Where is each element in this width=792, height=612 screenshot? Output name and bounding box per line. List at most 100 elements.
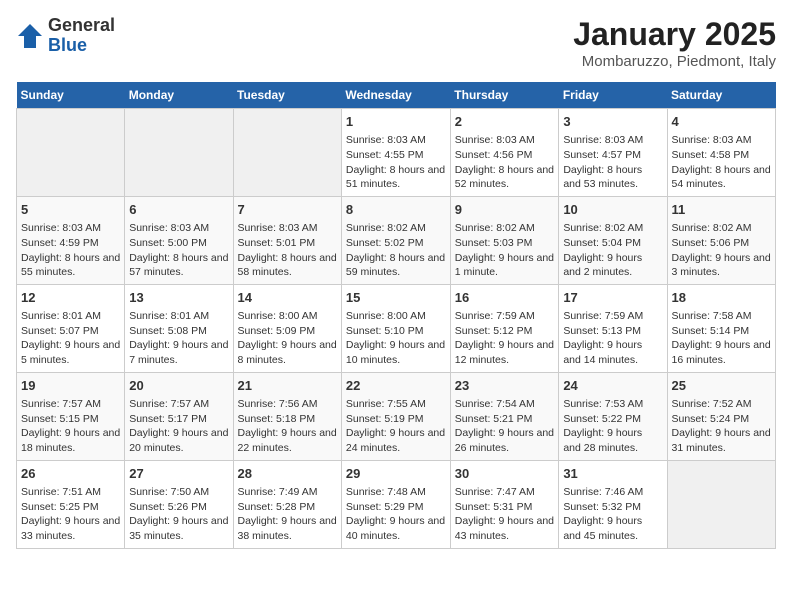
day-info: Sunrise: 7:57 AM Sunset: 5:15 PM Dayligh… xyxy=(21,397,120,456)
header-row: SundayMondayTuesdayWednesdayThursdayFrid… xyxy=(17,82,776,109)
day-number: 20 xyxy=(129,377,228,395)
day-number: 23 xyxy=(455,377,555,395)
day-number: 5 xyxy=(21,201,120,219)
calendar-cell: 6 Sunrise: 8:03 AM Sunset: 5:00 PM Daylig… xyxy=(125,196,233,284)
header-thursday: Thursday xyxy=(450,82,559,109)
calendar-cell: 2 Sunrise: 8:03 AM Sunset: 4:56 PM Daylig… xyxy=(450,109,559,197)
calendar-cell: 1 Sunrise: 8:03 AM Sunset: 4:55 PM Daylig… xyxy=(341,109,450,197)
day-number: 29 xyxy=(346,465,446,483)
day-info: Sunrise: 8:01 AM Sunset: 5:08 PM Dayligh… xyxy=(129,309,228,368)
day-number: 22 xyxy=(346,377,446,395)
calendar-cell: 20 Sunrise: 7:57 AM Sunset: 5:17 PM Dayli… xyxy=(125,372,233,460)
calendar-cell xyxy=(125,109,233,197)
day-info: Sunrise: 7:56 AM Sunset: 5:18 PM Dayligh… xyxy=(238,397,337,456)
day-info: Sunrise: 7:59 AM Sunset: 5:12 PM Dayligh… xyxy=(455,309,555,368)
day-number: 4 xyxy=(672,113,772,131)
day-info: Sunrise: 7:52 AM Sunset: 5:24 PM Dayligh… xyxy=(672,397,772,456)
calendar-cell: 5 Sunrise: 8:03 AM Sunset: 4:59 PM Daylig… xyxy=(17,196,125,284)
day-info: Sunrise: 7:54 AM Sunset: 5:21 PM Dayligh… xyxy=(455,397,555,456)
calendar-cell: 30Sunrise: 7:47 AM Sunset: 5:31 PM Dayli… xyxy=(450,460,559,548)
day-number: 26 xyxy=(21,465,120,483)
week-row-5: 26 Sunrise: 7:51 AM Sunset: 5:25 PM Dayli… xyxy=(17,460,776,548)
logo-icon xyxy=(16,22,44,50)
day-info: Sunrise: 8:02 AM Sunset: 5:03 PM Dayligh… xyxy=(455,221,555,280)
day-info: Sunrise: 8:03 AM Sunset: 5:00 PM Dayligh… xyxy=(129,221,228,280)
header-saturday: Saturday xyxy=(667,82,776,109)
day-info: Sunrise: 7:59 AM Sunset: 5:13 PM Dayligh… xyxy=(563,309,662,368)
day-info: Sunrise: 7:50 AM Sunset: 5:26 PM Dayligh… xyxy=(129,485,228,544)
day-info: Sunrise: 7:55 AM Sunset: 5:19 PM Dayligh… xyxy=(346,397,446,456)
calendar-cell: 28 Sunrise: 7:49 AM Sunset: 5:28 PM Dayli… xyxy=(233,460,341,548)
day-number: 2 xyxy=(455,113,555,131)
day-info: Sunrise: 8:00 AM Sunset: 5:10 PM Dayligh… xyxy=(346,309,446,368)
calendar-cell: 19Sunrise: 7:57 AM Sunset: 5:15 PM Dayli… xyxy=(17,372,125,460)
day-info: Sunrise: 7:47 AM Sunset: 5:31 PM Dayligh… xyxy=(455,485,555,544)
calendar-cell xyxy=(17,109,125,197)
day-number: 12 xyxy=(21,289,120,307)
day-number: 28 xyxy=(238,465,337,483)
calendar-cell: 27 Sunrise: 7:50 AM Sunset: 5:26 PM Dayli… xyxy=(125,460,233,548)
calendar-cell: 12 Sunrise: 8:01 AM Sunset: 5:07 PM Dayli… xyxy=(17,284,125,372)
logo-text: General Blue xyxy=(48,16,115,56)
day-info: Sunrise: 8:02 AM Sunset: 5:02 PM Dayligh… xyxy=(346,221,446,280)
day-info: Sunrise: 8:02 AM Sunset: 5:06 PM Dayligh… xyxy=(672,221,772,280)
page-header: General Blue January 2025 Mombaruzzo, Pi… xyxy=(16,16,776,70)
header-sunday: Sunday xyxy=(17,82,125,109)
calendar-cell: 10Sunrise: 8:02 AM Sunset: 5:04 PM Dayli… xyxy=(559,196,667,284)
day-info: Sunrise: 8:00 AM Sunset: 5:09 PM Dayligh… xyxy=(238,309,337,368)
calendar-cell: 23 Sunrise: 7:54 AM Sunset: 5:21 PM Dayli… xyxy=(450,372,559,460)
day-number: 25 xyxy=(672,377,772,395)
day-info: Sunrise: 7:46 AM Sunset: 5:32 PM Dayligh… xyxy=(563,485,662,544)
calendar-cell: 31 Sunrise: 7:46 AM Sunset: 5:32 PM Dayli… xyxy=(559,460,667,548)
calendar-cell: 15Sunrise: 8:00 AM Sunset: 5:10 PM Dayli… xyxy=(341,284,450,372)
day-number: 1 xyxy=(346,113,446,131)
day-info: Sunrise: 8:03 AM Sunset: 4:58 PM Dayligh… xyxy=(672,133,772,192)
day-info: Sunrise: 7:58 AM Sunset: 5:14 PM Dayligh… xyxy=(672,309,772,368)
day-number: 24 xyxy=(563,377,662,395)
calendar-cell: 21 Sunrise: 7:56 AM Sunset: 5:18 PM Dayli… xyxy=(233,372,341,460)
day-info: Sunrise: 7:51 AM Sunset: 5:25 PM Dayligh… xyxy=(21,485,120,544)
logo: General Blue xyxy=(16,16,115,56)
calendar-cell: 25 Sunrise: 7:52 AM Sunset: 5:24 PM Dayli… xyxy=(667,372,776,460)
day-number: 9 xyxy=(455,201,555,219)
day-number: 7 xyxy=(238,201,337,219)
day-number: 17 xyxy=(563,289,662,307)
day-info: Sunrise: 7:49 AM Sunset: 5:28 PM Dayligh… xyxy=(238,485,337,544)
calendar-cell: 14Sunrise: 8:00 AM Sunset: 5:09 PM Dayli… xyxy=(233,284,341,372)
day-info: Sunrise: 8:03 AM Sunset: 4:59 PM Dayligh… xyxy=(21,221,120,280)
calendar-cell: 9 Sunrise: 8:02 AM Sunset: 5:03 PM Daylig… xyxy=(450,196,559,284)
day-info: Sunrise: 8:03 AM Sunset: 5:01 PM Dayligh… xyxy=(238,221,337,280)
calendar-cell xyxy=(233,109,341,197)
day-info: Sunrise: 7:48 AM Sunset: 5:29 PM Dayligh… xyxy=(346,485,446,544)
calendar-cell: 8Sunrise: 8:02 AM Sunset: 5:02 PM Daylig… xyxy=(341,196,450,284)
calendar-cell: 18 Sunrise: 7:58 AM Sunset: 5:14 PM Dayli… xyxy=(667,284,776,372)
calendar-table: SundayMondayTuesdayWednesdayThursdayFrid… xyxy=(16,82,776,549)
day-number: 3 xyxy=(563,113,662,131)
day-info: Sunrise: 8:03 AM Sunset: 4:55 PM Dayligh… xyxy=(346,133,446,192)
day-info: Sunrise: 7:57 AM Sunset: 5:17 PM Dayligh… xyxy=(129,397,228,456)
day-number: 18 xyxy=(672,289,772,307)
calendar-cell: 26 Sunrise: 7:51 AM Sunset: 5:25 PM Dayli… xyxy=(17,460,125,548)
day-info: Sunrise: 8:03 AM Sunset: 4:56 PM Dayligh… xyxy=(455,133,555,192)
calendar-cell: 3 Sunrise: 8:03 AM Sunset: 4:57 PM Daylig… xyxy=(559,109,667,197)
header-wednesday: Wednesday xyxy=(341,82,450,109)
calendar-cell: 17 Sunrise: 7:59 AM Sunset: 5:13 PM Dayli… xyxy=(559,284,667,372)
day-info: Sunrise: 8:01 AM Sunset: 5:07 PM Dayligh… xyxy=(21,309,120,368)
calendar-cell: 22 Sunrise: 7:55 AM Sunset: 5:19 PM Dayli… xyxy=(341,372,450,460)
day-number: 13 xyxy=(129,289,228,307)
day-number: 11 xyxy=(672,201,772,219)
calendar-cell: 13 Sunrise: 8:01 AM Sunset: 5:08 PM Dayli… xyxy=(125,284,233,372)
logo-general: General xyxy=(48,16,115,36)
day-number: 10 xyxy=(563,201,662,219)
day-number: 31 xyxy=(563,465,662,483)
day-info: Sunrise: 8:03 AM Sunset: 4:57 PM Dayligh… xyxy=(563,133,662,192)
header-friday: Friday xyxy=(559,82,667,109)
day-number: 21 xyxy=(238,377,337,395)
day-number: 16 xyxy=(455,289,555,307)
week-row-2: 5 Sunrise: 8:03 AM Sunset: 4:59 PM Daylig… xyxy=(17,196,776,284)
header-tuesday: Tuesday xyxy=(233,82,341,109)
week-row-1: 1 Sunrise: 8:03 AM Sunset: 4:55 PM Daylig… xyxy=(17,109,776,197)
calendar-cell: 7 Sunrise: 8:03 AM Sunset: 5:01 PM Daylig… xyxy=(233,196,341,284)
day-number: 27 xyxy=(129,465,228,483)
day-number: 6 xyxy=(129,201,228,219)
